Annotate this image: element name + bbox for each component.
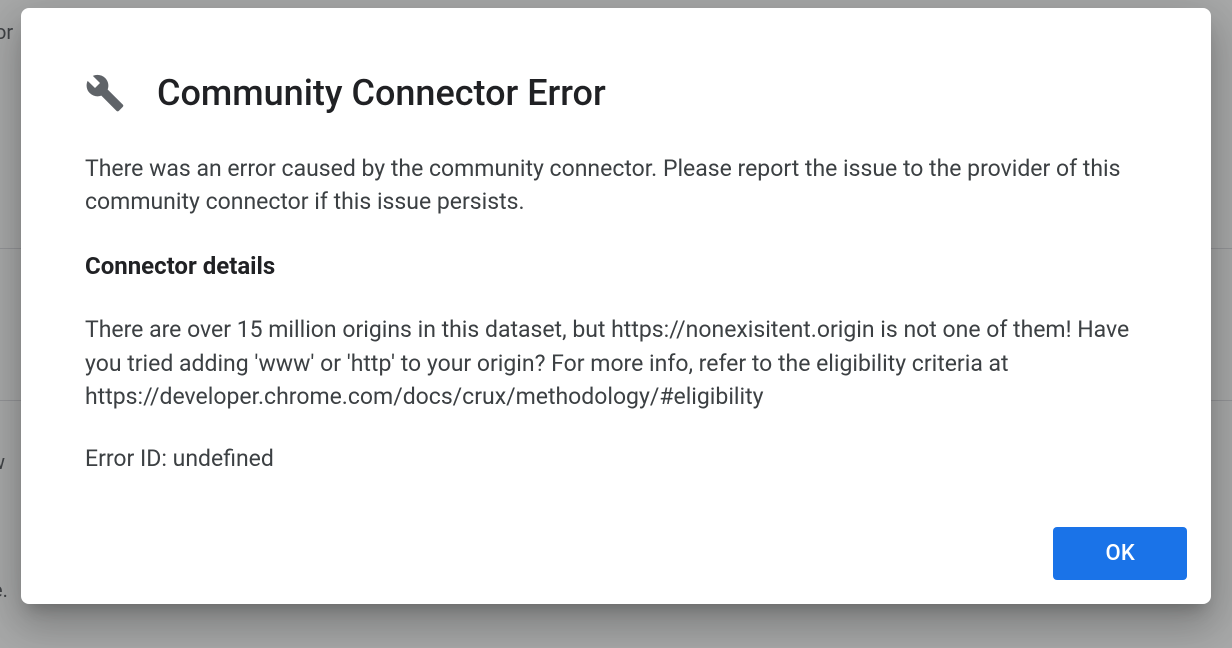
dialog-body: There was an error caused by the communi… xyxy=(85,152,1147,475)
error-dialog: Community Connector Error There was an e… xyxy=(21,8,1211,604)
connector-details-heading: Connector details xyxy=(85,249,1147,284)
modal-overlay: Community Connector Error There was an e… xyxy=(0,0,1232,648)
dialog-content: Community Connector Error There was an e… xyxy=(21,8,1211,519)
error-intro-text: There was an error caused by the communi… xyxy=(85,152,1147,219)
ok-button[interactable]: OK xyxy=(1053,527,1187,580)
wrench-icon xyxy=(85,73,125,113)
error-detail-text: There are over 15 million origins in thi… xyxy=(85,313,1147,413)
dialog-title: Community Connector Error xyxy=(157,72,606,114)
dialog-header: Community Connector Error xyxy=(85,72,1147,114)
dialog-footer: OK xyxy=(21,519,1211,604)
error-id-text: Error ID: undefined xyxy=(85,442,1147,475)
